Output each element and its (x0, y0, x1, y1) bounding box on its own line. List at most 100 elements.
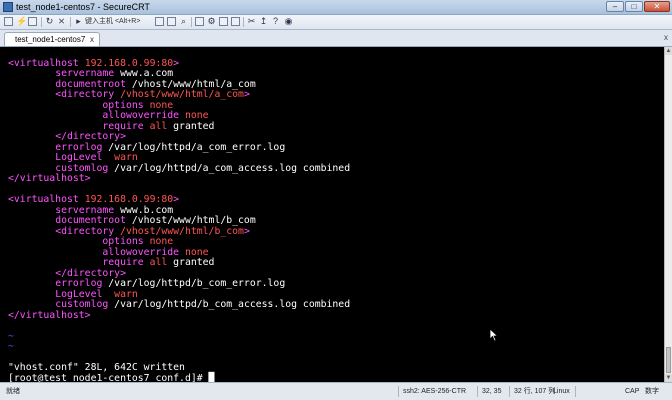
terminal-text: www.b.com (114, 204, 174, 216)
terminal-text: <directory (55, 89, 121, 100)
maximize-button[interactable]: □ (625, 1, 643, 12)
status-separator (398, 386, 399, 397)
close-all-tabs-icon[interactable]: x (664, 33, 668, 43)
terminal-text: /vhost/www/html/a_com (120, 89, 244, 100)
status-os: Linux (553, 388, 570, 395)
terminal-text: > (173, 57, 180, 69)
find-icon[interactable]: ⌕ (179, 17, 188, 26)
terminal-text: <directory (55, 225, 121, 237)
terminal-text: allowoverride (102, 246, 180, 258)
tab-test-node1-centos7[interactable]: test_node1-centos7 x (4, 32, 100, 46)
terminal-text: 192.168.0.99:80 (84, 194, 174, 205)
status-caps: CAP (625, 388, 640, 395)
terminal-text: customlog (55, 299, 109, 310)
status-bar: 就绪 ssh2: AES-256-CTR 32, 35 32 行, 107 列 … (0, 382, 672, 400)
disconnect-icon[interactable]: ⨯ (57, 17, 66, 26)
copy-icon[interactable] (155, 17, 164, 26)
terminal-text: ~ (8, 330, 14, 342)
toolbar-separator (41, 17, 42, 27)
keymap-icon[interactable] (219, 17, 228, 26)
connect-tab-icon[interactable] (28, 17, 37, 26)
securecrt-app-icon[interactable] (3, 2, 13, 12)
status-separator (509, 386, 510, 397)
settings-icon[interactable]: ⚙ (207, 17, 216, 26)
scroll-up-icon[interactable]: ▲ (665, 47, 672, 55)
terminal-text: documentroot (55, 78, 126, 90)
terminal-text: servername (55, 204, 115, 216)
paste-icon[interactable] (167, 17, 176, 26)
terminal-text: none (179, 246, 209, 258)
globe-icon[interactable]: ◉ (284, 17, 293, 26)
session-tab-bar: test_node1-centos7 x x (0, 30, 672, 47)
pin-icon[interactable]: ↥ (259, 17, 268, 26)
minimize-button[interactable]: – (606, 1, 624, 12)
terminal-text: LogLevel (55, 288, 103, 300)
terminal-line: </virtualhost> (8, 310, 91, 322)
terminal-text: errorlog (55, 141, 103, 153)
terminal-text: all (143, 120, 168, 132)
terminal-text: warn (102, 152, 138, 163)
connect-icon[interactable] (4, 17, 13, 26)
terminal-text: servername (55, 68, 115, 79)
status-ready: 就绪 (6, 388, 20, 395)
toolbar-separator (70, 17, 71, 27)
sftp-icon[interactable] (231, 17, 240, 26)
scroll-thumb[interactable] (666, 347, 671, 373)
status-protocol: ssh2: AES-256-CTR (403, 388, 467, 395)
terminal-text: > (173, 194, 180, 205)
reconnect-icon[interactable]: ↻ (45, 17, 54, 26)
vertical-scrollbar[interactable]: ▲ ▼ (664, 47, 672, 382)
terminal-output[interactable]: <virtualhost 192.168.0.99:80> servername… (0, 47, 664, 383)
terminal-text: warn (102, 288, 138, 300)
terminal-text: granted (167, 120, 215, 132)
terminal-text: /var/log/httpd/a_com_error.log (102, 141, 286, 153)
terminal-text: www.a.com (114, 68, 174, 79)
terminal-text: 192.168.0.99:80 (84, 57, 174, 69)
terminal-text: require (102, 120, 144, 132)
terminal-text: all (143, 257, 168, 268)
terminal-text: </directory> (55, 267, 126, 279)
scroll-down-icon[interactable]: ▼ (665, 374, 672, 382)
terminal-text: <virtualhost (8, 194, 85, 205)
status-cursor-position: 32, 35 (482, 388, 502, 395)
terminal-text: none (143, 99, 174, 111)
status-num: 数字 (645, 388, 659, 395)
mouse-pointer-icon (489, 328, 499, 342)
terminal-text: "vhost.conf" 28L, 642C written (8, 362, 185, 373)
terminal-text: </virtualhost> (8, 173, 91, 184)
terminal-text: /vhost/www/html/b_com (120, 225, 244, 237)
close-button[interactable]: ✕ (644, 1, 670, 12)
status-terminal-size: 32 行, 107 列 (514, 388, 556, 395)
terminal-text: </directory> (55, 131, 126, 142)
terminal-line: </virtualhost> (8, 173, 91, 185)
window-title: test_node1-centos7 - SecureCRT (16, 2, 150, 12)
host-input[interactable]: 键入主机 <Alt+R> (85, 17, 140, 27)
help-icon[interactable]: ? (271, 17, 280, 26)
toolbar-separator (191, 17, 192, 27)
tools-icon[interactable]: ✂ (247, 17, 256, 26)
print-icon[interactable] (195, 17, 204, 26)
terminal-text: LogLevel (55, 152, 103, 163)
terminal-text: errorlog (55, 278, 103, 289)
terminal-line: ~ (8, 341, 14, 353)
terminal-text: none (179, 110, 209, 121)
window-controls: – □ ✕ (606, 1, 670, 13)
terminal-text: /vhost/www/html/a_com (125, 78, 256, 90)
tab-close-icon[interactable]: x (90, 34, 94, 45)
quick-connect-icon[interactable]: ⚡ (16, 17, 27, 26)
title-bar: test_node1-centos7 - SecureCRT – □ ✕ (0, 0, 672, 15)
